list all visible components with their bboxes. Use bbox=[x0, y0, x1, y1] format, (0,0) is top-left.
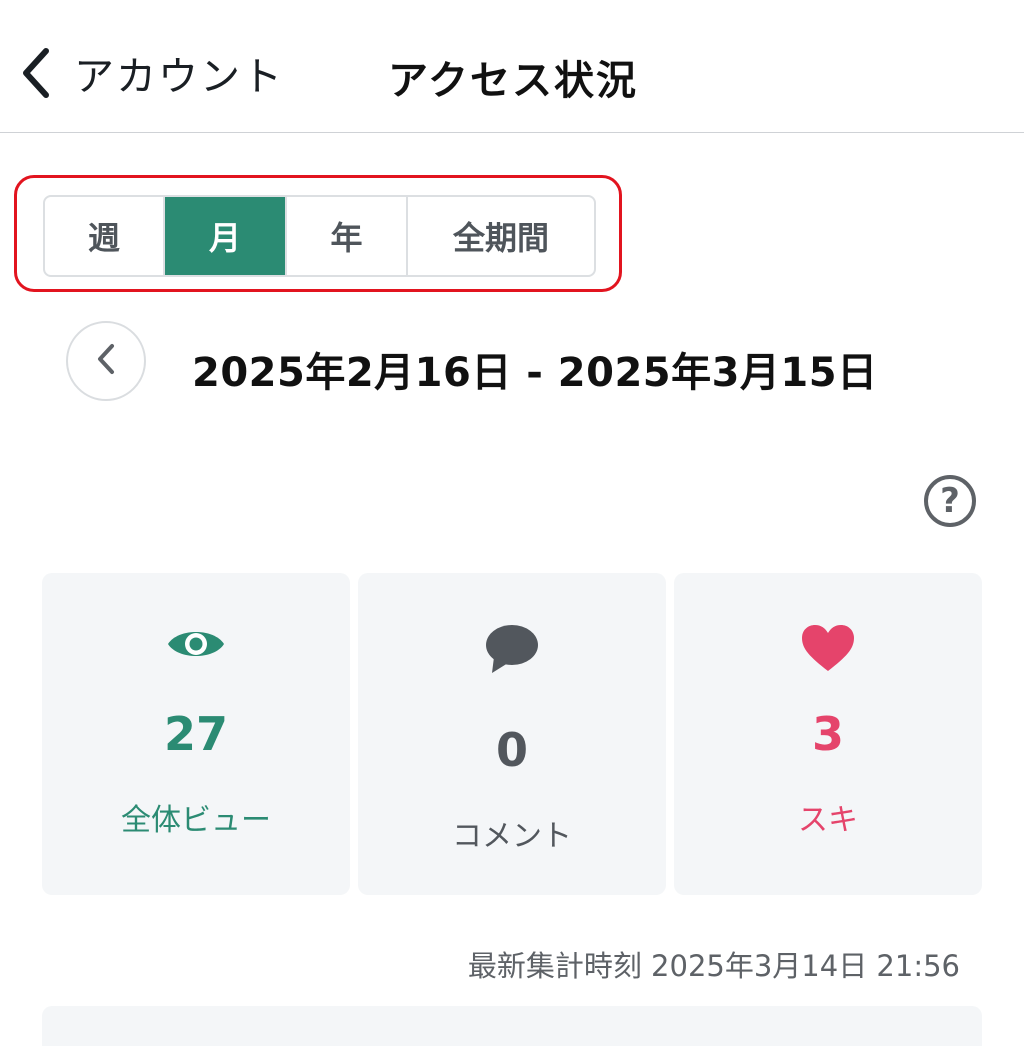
chevron-left-icon bbox=[18, 45, 52, 101]
likes-count: 3 bbox=[811, 707, 844, 761]
next-section-card bbox=[42, 1006, 982, 1046]
stat-card-views: 27 全体ビュー bbox=[42, 573, 350, 895]
heart-icon bbox=[800, 623, 856, 677]
comments-label: コメント bbox=[452, 819, 572, 854]
comment-icon bbox=[484, 623, 540, 679]
stat-card-likes: 3 スキ bbox=[674, 573, 982, 895]
period-segmented-control: 週 月 年 全期間 bbox=[43, 195, 596, 277]
page-title: アクセス状況 bbox=[388, 58, 638, 104]
stat-card-comments: 0 コメント bbox=[358, 573, 666, 895]
tab-all-time[interactable]: 全期間 bbox=[408, 197, 594, 275]
date-range: 2025年2月16日 - 2025年3月15日 bbox=[192, 350, 878, 396]
likes-label: スキ bbox=[798, 803, 858, 838]
previous-period-button[interactable] bbox=[66, 321, 146, 401]
tab-week[interactable]: 週 bbox=[45, 197, 165, 275]
header-bar: アカウント アクセス状況 bbox=[0, 0, 1024, 133]
chevron-left-icon bbox=[95, 342, 117, 380]
help-icon[interactable]: ? bbox=[924, 475, 976, 527]
eye-icon bbox=[166, 622, 226, 670]
tab-year[interactable]: 年 bbox=[287, 197, 408, 275]
views-count: 27 bbox=[163, 707, 228, 761]
back-label: アカウント bbox=[74, 54, 284, 100]
comments-count: 0 bbox=[495, 723, 528, 777]
last-updated-timestamp: 最新集計時刻 2025年3月14日 21:56 bbox=[467, 949, 960, 983]
back-button[interactable]: アカウント bbox=[18, 44, 284, 102]
views-label: 全体ビュー bbox=[121, 803, 271, 838]
tab-month[interactable]: 月 bbox=[165, 197, 287, 275]
